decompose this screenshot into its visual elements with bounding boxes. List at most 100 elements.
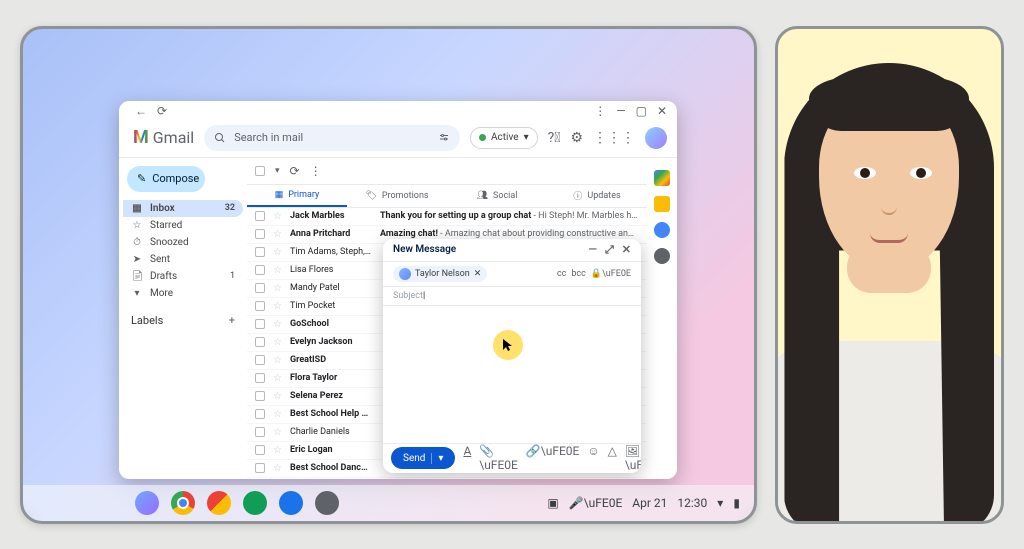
help-icon[interactable]: ?⃝ — [548, 130, 561, 146]
compose-subject-input[interactable]: Subject| — [383, 287, 641, 306]
star-icon[interactable]: ☆ — [273, 409, 282, 420]
contacts-addon-icon[interactable] — [654, 248, 670, 264]
star-icon[interactable]: ☆ — [273, 319, 282, 330]
row-checkbox[interactable] — [255, 319, 265, 329]
row-checkbox[interactable] — [255, 229, 265, 239]
account-avatar[interactable] — [645, 127, 667, 149]
chip-remove-icon[interactable]: ✕ — [474, 269, 482, 279]
status-chip[interactable]: Active ▾ — [470, 127, 538, 149]
tab-social[interactable]: 👥︎Social — [447, 185, 547, 207]
row-checkbox[interactable] — [255, 463, 265, 473]
window-maximize-icon[interactable]: ▢ — [636, 104, 647, 118]
row-checkbox[interactable] — [255, 337, 265, 347]
shelf-time[interactable]: 12:30 — [677, 496, 707, 510]
star-icon[interactable]: ☆ — [273, 301, 282, 312]
refresh-icon[interactable]: ⟳ — [290, 164, 300, 178]
chevron-down-icon[interactable]: ▾ — [275, 166, 280, 176]
tab-promotions[interactable]: 🏷︎Promotions — [347, 185, 447, 207]
star-icon[interactable]: ☆ — [273, 391, 282, 402]
star-icon[interactable]: ☆ — [273, 265, 282, 276]
bcc-button[interactable]: bcc — [571, 269, 585, 279]
row-checkbox[interactable] — [255, 301, 265, 311]
compose-expand-icon[interactable]: ⤢ — [605, 243, 614, 257]
drive-icon[interactable]: △ — [608, 444, 617, 472]
row-checkbox[interactable] — [255, 283, 265, 293]
search-tune-icon[interactable] — [438, 132, 450, 144]
chevron-down-icon: ▾ — [524, 132, 529, 143]
window-close-icon[interactable]: ✕ — [657, 104, 667, 118]
row-checkbox[interactable] — [255, 373, 265, 383]
star-icon[interactable]: ☆ — [273, 337, 282, 348]
row-checkbox[interactable] — [255, 391, 265, 401]
row-checkbox[interactable] — [255, 247, 265, 257]
compose-button[interactable]: ✎ Compose — [127, 166, 205, 192]
files-app-icon[interactable] — [279, 491, 303, 515]
row-checkbox[interactable] — [255, 211, 265, 221]
launcher-icon[interactable] — [135, 491, 159, 515]
star-icon[interactable]: ☆ — [273, 373, 282, 384]
compose-minimize-icon[interactable]: — — [589, 243, 597, 257]
attach-icon[interactable]: 📎\uFE0E — [479, 444, 518, 472]
image-icon[interactable]: 🖼\uFE0E — [625, 444, 641, 472]
select-all-checkbox[interactable] — [255, 166, 265, 176]
phone-hub-icon[interactable]: ▣ — [547, 496, 558, 510]
compose-body-input[interactable] — [383, 306, 641, 443]
battery-icon[interactable]: ▮ — [733, 496, 740, 510]
send-button[interactable]: Send ▾ — [391, 447, 455, 469]
sidebar-item-more[interactable]: ▾More — [123, 285, 243, 302]
row-checkbox[interactable] — [255, 265, 265, 275]
presenter-figure — [778, 29, 1001, 521]
apps-grid-icon[interactable]: ⋮⋮⋮ — [593, 130, 635, 146]
star-icon[interactable]: ☆ — [273, 427, 282, 438]
emoji-icon[interactable]: ☺ — [587, 444, 599, 472]
mic-icon[interactable]: 🎤\uFE0E — [569, 496, 623, 510]
compose-header: New Message — ⤢ ✕ — [383, 239, 641, 261]
contacts-lock-icon[interactable]: 🔒\uFE0E — [591, 269, 631, 279]
star-icon[interactable]: ☆ — [273, 247, 282, 258]
compose-close-icon[interactable]: ✕ — [622, 243, 631, 257]
sidebar-item-drafts[interactable]: 📄︎Drafts1 — [123, 268, 243, 285]
star-icon[interactable]: ☆ — [273, 463, 282, 474]
settings-gear-icon[interactable]: ⚙ — [570, 130, 583, 146]
keep-addon-icon[interactable] — [654, 196, 670, 212]
star-icon[interactable]: ☆ — [273, 283, 282, 294]
row-checkbox[interactable] — [255, 427, 265, 437]
link-icon[interactable]: 🔗\uFE0E — [526, 444, 580, 472]
star-icon[interactable]: ☆ — [273, 355, 282, 366]
gmail-sidebar: ✎ Compose ▦Inbox32☆Starred⏱Snoozed➤Sent📄… — [119, 158, 247, 479]
row-checkbox[interactable] — [255, 355, 265, 365]
star-icon[interactable]: ☆ — [273, 229, 282, 240]
compose-to-row[interactable]: Taylor Nelson ✕ cc bcc 🔒\uFE0E — [383, 261, 641, 287]
sidebar-item-starred[interactable]: ☆Starred — [123, 217, 243, 234]
sidebar-item-inbox[interactable]: ▦Inbox32 — [123, 200, 243, 217]
tab-updates[interactable]: ⓘUpdates — [547, 185, 647, 207]
row-checkbox[interactable] — [255, 409, 265, 419]
calendar-addon-icon[interactable] — [654, 170, 670, 186]
format-icon[interactable]: A — [463, 444, 471, 472]
gmail-app-icon[interactable] — [207, 491, 231, 515]
labels-heading: Labels + — [123, 314, 243, 327]
search-input[interactable]: Search in mail — [204, 125, 460, 151]
recipient-chip[interactable]: Taylor Nelson ✕ — [393, 266, 487, 282]
tab-primary[interactable]: ▦Primary — [247, 185, 347, 207]
star-icon[interactable]: ☆ — [273, 445, 282, 456]
email-row[interactable]: ☆Jack MarblesThank you for setting up a … — [247, 208, 647, 226]
sidebar-item-snoozed[interactable]: ⏱Snoozed — [123, 234, 243, 251]
window-more-icon[interactable]: ⋮ — [594, 104, 606, 118]
star-icon[interactable]: ☆ — [273, 211, 282, 222]
sheets-app-icon[interactable] — [243, 491, 267, 515]
cc-button[interactable]: cc — [557, 269, 566, 279]
more-actions-icon[interactable]: ⋮ — [310, 164, 322, 178]
add-label-icon[interactable]: + — [229, 314, 235, 327]
nav-back-icon[interactable]: ← — [135, 104, 147, 118]
chrome-icon[interactable] — [171, 491, 195, 515]
send-dropdown-icon[interactable]: ▾ — [431, 453, 443, 464]
tasks-addon-icon[interactable] — [654, 222, 670, 238]
nav-reload-icon[interactable]: ⟳ — [157, 104, 167, 118]
wifi-icon[interactable]: ▾ — [717, 496, 723, 510]
settings-app-icon[interactable] — [315, 491, 339, 515]
shelf-date[interactable]: Apr 21 — [632, 496, 667, 510]
window-minimize-icon[interactable]: — — [616, 104, 625, 118]
sidebar-item-sent[interactable]: ➤Sent — [123, 251, 243, 268]
row-checkbox[interactable] — [255, 445, 265, 455]
